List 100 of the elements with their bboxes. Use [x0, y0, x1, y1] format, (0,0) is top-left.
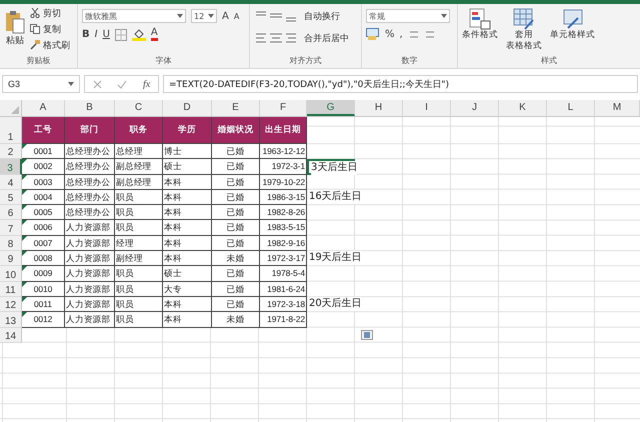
column-header[interactable]: H: [355, 100, 403, 116]
column-header[interactable]: B: [65, 100, 115, 116]
column-header[interactable]: C: [115, 100, 163, 116]
row-header[interactable]: 12: [0, 296, 22, 312]
number-format-dropdown[interactable]: 常规: [366, 9, 450, 23]
percent-button[interactable]: %: [385, 28, 395, 40]
table-cell: 总经理办公: [65, 174, 115, 190]
group-label: 对齐方式: [288, 55, 322, 67]
formula-field[interactable]: =TEXT(20-DATEDIF(F3-20,TODAY(),"yd"),"0天后生日;;今天生日"): [163, 75, 638, 93]
row-header[interactable]: 7: [0, 220, 22, 236]
table-cell: 1982-8-26: [260, 205, 307, 220]
dropdown-arrow-icon: [208, 14, 214, 18]
format-painter-button[interactable]: 格式刷: [30, 38, 70, 52]
font-name-dropdown[interactable]: 微软雅黑: [82, 9, 186, 23]
row-header[interactable]: 4: [0, 174, 22, 190]
table-cell: 硕士: [163, 266, 212, 282]
italic-button[interactable]: I: [94, 29, 98, 40]
name-box[interactable]: G3: [2, 75, 80, 93]
copy-icon: [30, 24, 40, 34]
paste-button[interactable]: 粘贴: [4, 6, 26, 55]
table-cell: 总经理办公: [65, 144, 115, 160]
format-as-table-button[interactable]: 套用 表格格式: [506, 8, 542, 55]
table-cell: 大专: [163, 282, 212, 297]
group-label: 字体: [154, 55, 172, 67]
copy-button[interactable]: 复制: [30, 22, 70, 36]
table-cell: 人力资源部: [65, 220, 115, 236]
cut-button[interactable]: 剪切: [30, 6, 70, 20]
paste-options-icon[interactable]: [361, 330, 373, 340]
table-cell: 0003: [22, 174, 65, 190]
column-header[interactable]: I: [403, 100, 451, 116]
table-cell: 职员: [115, 312, 163, 328]
table-cell: 本科: [163, 251, 212, 266]
birthday-note: 16天后生日: [309, 190, 362, 204]
brush-icon: [30, 40, 40, 50]
horizontal-align-icon[interactable]: [254, 31, 298, 45]
table-header-cell: 职务: [115, 117, 163, 144]
cancel-icon[interactable]: [92, 80, 102, 88]
cell-styles-button[interactable]: 单元格样式: [550, 8, 595, 55]
table-cell: 0004: [22, 190, 65, 206]
select-all-icon[interactable]: [11, 106, 19, 114]
selected-cell-border[interactable]: 3天后生日: [307, 159, 355, 175]
row-header[interactable]: 6: [0, 205, 22, 220]
birthday-note: 20天后生日: [309, 296, 362, 311]
row-header[interactable]: 11: [0, 282, 22, 297]
column-header[interactable]: G: [307, 100, 355, 116]
table-header-cell: 婚姻状况: [212, 117, 260, 144]
row-header[interactable]: 9: [0, 251, 22, 266]
check-icon[interactable]: [117, 80, 128, 88]
table-cell: 1981-6-24: [260, 282, 307, 297]
table-cell: 经理: [115, 236, 163, 252]
row-header[interactable]: 10: [0, 266, 22, 282]
birthday-note: 19天后生日: [309, 251, 362, 266]
comma-button[interactable]: ,: [400, 28, 403, 40]
column-header[interactable]: J: [451, 100, 499, 116]
column-header[interactable]: K: [499, 100, 547, 116]
table-cell: 总经理: [115, 144, 163, 160]
merge-center-button[interactable]: 合并后居中: [304, 31, 349, 45]
table-cell: 已婚: [212, 296, 260, 312]
column-header[interactable]: E: [212, 100, 260, 116]
currency-icon[interactable]: [366, 28, 380, 40]
row-header[interactable]: 3: [0, 159, 22, 175]
table-cell: 已婚: [212, 266, 260, 282]
column-header[interactable]: M: [595, 100, 640, 116]
table-cell: 0008: [22, 251, 65, 266]
table-cell: 副经理: [115, 251, 163, 266]
conditional-format-button[interactable]: 条件格式: [462, 8, 498, 55]
table-cell: 职员: [115, 266, 163, 282]
table-cell: 本科: [163, 296, 212, 312]
table-cell: 未婚: [212, 312, 260, 328]
table-header-cell: 学历: [163, 117, 212, 144]
table-cell: 本科: [163, 190, 212, 206]
table-cell: 人力资源部: [65, 266, 115, 282]
decrease-font-button[interactable]: A: [234, 12, 240, 20]
column-header[interactable]: L: [547, 100, 595, 116]
row-header[interactable]: 8: [0, 236, 22, 252]
row-header[interactable]: 13: [0, 312, 22, 328]
column-header[interactable]: A: [22, 100, 65, 116]
table-cell: 0005: [22, 205, 65, 220]
fill-color-icon[interactable]: [132, 28, 146, 41]
row-header[interactable]: 14: [0, 328, 22, 343]
font-size-dropdown[interactable]: 12: [191, 9, 217, 23]
increase-font-button[interactable]: A: [222, 10, 229, 22]
row-header[interactable]: 2: [0, 144, 22, 160]
bold-button[interactable]: B: [82, 29, 90, 40]
table-header-cell: 工号: [22, 117, 65, 144]
insert-function-button[interactable]: fx: [142, 78, 150, 90]
table-cell: 人力资源部: [65, 251, 115, 266]
font-color-button[interactable]: A: [150, 28, 158, 41]
clipboard-icon: [4, 10, 26, 34]
wrap-text-button[interactable]: 自动换行: [304, 9, 349, 23]
row-header[interactable]: 1: [0, 117, 22, 144]
vertical-align-icon[interactable]: [254, 9, 298, 23]
dropdown-arrow-icon: [441, 14, 447, 18]
underline-button[interactable]: U: [102, 29, 110, 40]
table-cell: 已婚: [212, 144, 260, 160]
border-icon[interactable]: [114, 28, 127, 40]
dropdown-arrow-icon: [68, 82, 74, 86]
column-header[interactable]: D: [163, 100, 212, 116]
table-cell: 已婚: [212, 159, 260, 175]
row-header[interactable]: 5: [0, 190, 22, 206]
